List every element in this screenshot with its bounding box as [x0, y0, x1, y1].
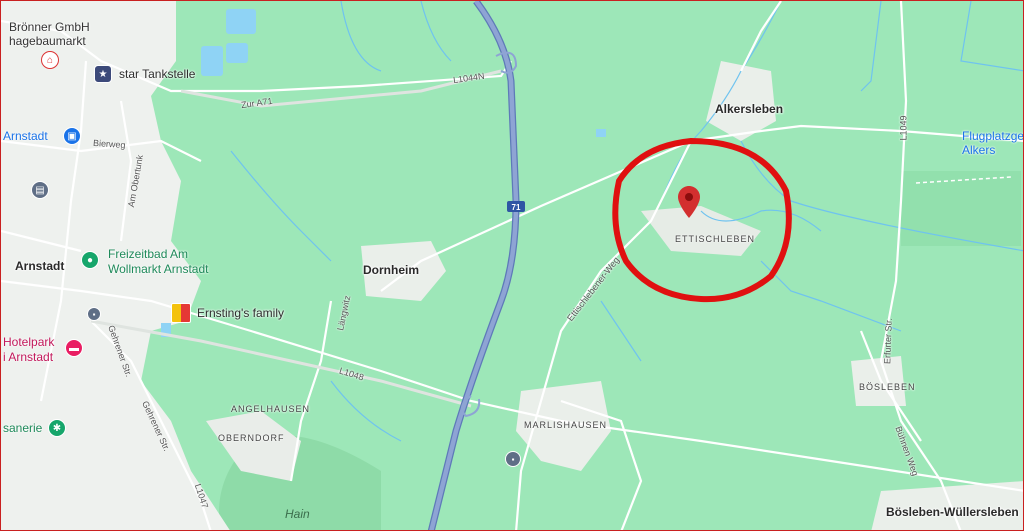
poi-label-arnstadt-shop[interactable]: Arnstadt: [3, 129, 48, 143]
poi-label-bronner-line2: hagebaumarkt: [9, 34, 86, 48]
place-label-hain: Hain: [285, 507, 310, 521]
hardware-store-icon[interactable]: ⌂: [41, 51, 59, 69]
road-label-l1049: L1049: [898, 115, 909, 141]
bus-stop-icon[interactable]: ▪: [505, 451, 521, 467]
poi-label-hotelpark-line2: i Arnstadt: [3, 350, 54, 364]
bosleben-urban-area: [851, 356, 906, 406]
place-label-dornheim[interactable]: Dornheim: [363, 263, 419, 277]
poi-label-ernstings-family[interactable]: Ernsting's family: [197, 306, 284, 320]
hotel-icon[interactable]: ▬: [65, 339, 83, 357]
a71-shield-label: 71: [512, 203, 521, 212]
place-label-oberndorf[interactable]: OBERNDORF: [218, 433, 285, 443]
place-label-ettischleben[interactable]: ETTISCHLEBEN: [675, 234, 755, 244]
map-view[interactable]: 71 Alkersleben ETTISCHLEBEN Dornheim Arn…: [0, 0, 1024, 531]
place-label-bosleben-wullersleben[interactable]: Bösleben-Wüllersleben: [886, 505, 1019, 519]
bus-stop-icon[interactable]: ▪: [87, 307, 101, 321]
poi-label-hotelpark[interactable]: Hotelpark i Arnstadt: [3, 335, 54, 365]
poi-label-bronner[interactable]: Brönner GmbH hagebaumarkt: [9, 20, 90, 48]
train-station-icon[interactable]: ▤: [31, 181, 49, 199]
place-label-arnstadt[interactable]: Arnstadt: [15, 259, 64, 273]
poi-label-star-tankstelle[interactable]: star Tankstelle: [119, 67, 195, 81]
clothing-store-icon[interactable]: [171, 303, 191, 323]
swimming-pool-icon[interactable]: ●: [81, 251, 99, 269]
poi-label-hotelpark-line1: Hotelpark: [3, 335, 55, 349]
location-pin-icon[interactable]: [678, 186, 700, 218]
pond: [226, 43, 248, 63]
gas-station-icon[interactable]: ★: [94, 65, 112, 83]
place-label-angelhausen[interactable]: ANGELHAUSEN: [231, 404, 310, 414]
poi-label-flugplatz[interactable]: Flugplatzge Alkers: [962, 129, 1024, 157]
poi-label-freizeitbad[interactable]: Freizeitbad Am Wollmarkt Arnstadt: [108, 247, 208, 277]
pond: [226, 9, 256, 34]
poi-label-bronner-line1: Brönner GmbH: [9, 20, 90, 34]
poi-label-sanerie[interactable]: sanerie: [3, 421, 42, 435]
road-label-erfurter-str: Erfurter Str.: [882, 317, 894, 365]
place-label-alkersleben[interactable]: Alkersleben: [715, 102, 783, 116]
pet-shop-icon[interactable]: ✱: [48, 419, 66, 437]
poi-label-freizeitbad-line1: Freizeitbad Am: [108, 247, 189, 261]
place-label-bosleben[interactable]: BÖSLEBEN: [859, 382, 916, 392]
poi-label-flugplatz-line1: Flugplatzge: [962, 129, 1024, 143]
pond: [596, 129, 606, 137]
place-label-marlishausen[interactable]: MARLISHAUSEN: [524, 420, 607, 430]
shopping-bag-icon[interactable]: ▣: [63, 127, 81, 145]
poi-label-flugplatz-line2: Alkers: [962, 143, 996, 157]
poi-label-freizeitbad-line2: Wollmarkt Arnstadt: [108, 262, 209, 276]
pond: [201, 46, 223, 76]
